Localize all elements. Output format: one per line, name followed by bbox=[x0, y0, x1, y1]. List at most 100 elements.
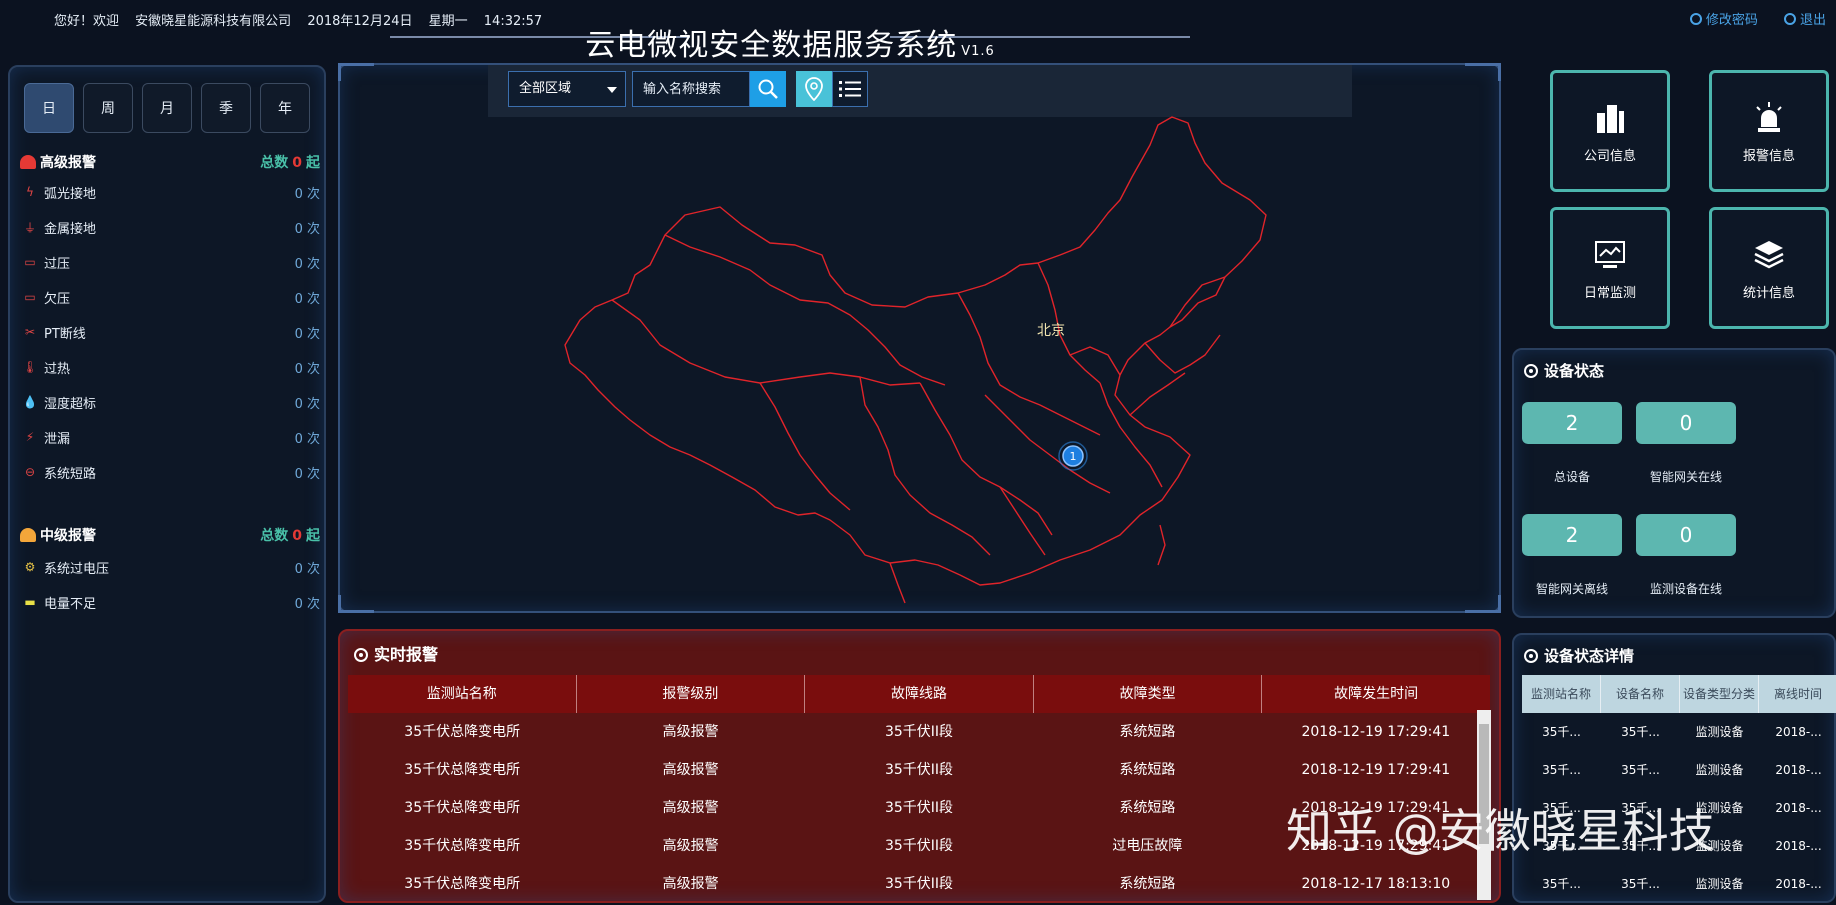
table-cell: 35千伏II段 bbox=[884, 724, 954, 740]
tab-month[interactable]: 月 bbox=[142, 83, 192, 133]
pt-break-icon: ✂ bbox=[24, 325, 36, 339]
high-alarm-heading: 高级报警 bbox=[20, 152, 96, 172]
siren-icon bbox=[20, 528, 36, 542]
table-cell: 35千伏总降变电所 bbox=[404, 800, 521, 816]
table-cell: 35千伏II段 bbox=[884, 876, 954, 892]
table-cell: 2018-... bbox=[1775, 763, 1822, 777]
total-suffix: 起 bbox=[306, 528, 320, 544]
top-bar: 您好！欢迎 安徽晓星能源科技有限公司 2018年12月24日 星期一 14:32… bbox=[0, 0, 1836, 63]
tab-day[interactable]: 日 bbox=[24, 83, 74, 133]
location-pin-icon bbox=[805, 77, 823, 101]
china-map[interactable] bbox=[560, 115, 1280, 605]
tab-year[interactable]: 年 bbox=[260, 83, 310, 133]
alarm-item-count: 0 次 bbox=[294, 562, 320, 577]
table-row[interactable]: 35千伏总降变电所 高级报警 35千伏II段 系统短路 2018-12-19 1… bbox=[348, 713, 1490, 751]
tab-quarter[interactable]: 季 bbox=[201, 83, 251, 133]
table-cell: 2018-12-19 17:29:41 bbox=[1301, 724, 1451, 740]
table-cell: 监测设备 bbox=[1695, 877, 1744, 891]
siren-icon bbox=[20, 155, 36, 169]
column-header: 设备类型分类 bbox=[1680, 675, 1759, 713]
statistics-button[interactable]: 统计信息 bbox=[1709, 207, 1829, 329]
table-cell: 35千伏总降变电所 bbox=[404, 762, 521, 778]
table-row[interactable]: 35千... 35千... 监测设备 2018-... bbox=[1522, 751, 1836, 789]
version-label: V1.6 bbox=[961, 44, 995, 59]
total-prefix: 总数 bbox=[260, 155, 289, 171]
table-cell: 35千伏总降变电所 bbox=[404, 724, 521, 740]
table-cell: 高级报警 bbox=[662, 838, 719, 854]
alarm-item-leak: ⚡ 泄漏 0 次 bbox=[22, 427, 320, 447]
search-icon bbox=[758, 79, 778, 99]
alarm-item-label: PT断线 bbox=[44, 327, 86, 342]
target-icon bbox=[354, 648, 368, 662]
table-cell: 2018-... bbox=[1775, 801, 1822, 815]
table-cell: 35千伏II段 bbox=[884, 800, 954, 816]
mid-alarm-title: 中级报警 bbox=[40, 528, 96, 544]
thermometer-icon: 🌡 bbox=[22, 360, 38, 374]
table-cell: 35千... bbox=[1621, 877, 1660, 891]
total-count: 0 bbox=[292, 155, 302, 171]
alarm-item-label: 系统短路 bbox=[44, 467, 97, 482]
layers-icon bbox=[1754, 241, 1784, 269]
table-header: 监测站名称 报警级别 故障线路 故障类型 故障发生时间 bbox=[348, 675, 1490, 713]
alarm-item-count: 0 次 bbox=[294, 467, 320, 482]
alarm-item-label: 金属接地 bbox=[44, 222, 97, 237]
table-cell: 2018-... bbox=[1775, 725, 1822, 739]
tab-week[interactable]: 周 bbox=[83, 83, 133, 133]
alarm-info-button[interactable]: 报警信息 bbox=[1709, 70, 1829, 192]
company-info-button[interactable]: 公司信息 bbox=[1550, 70, 1670, 192]
table-row[interactable]: 35千伏总降变电所 高级报警 35千伏II段 系统短路 2018-12-19 1… bbox=[348, 751, 1490, 789]
region-select-value: 全部区域 bbox=[519, 81, 572, 96]
gateway-offline-value: 2 bbox=[1522, 514, 1622, 556]
alarm-light-icon bbox=[1756, 102, 1782, 132]
gateway-offline-label: 智能网关离线 bbox=[1535, 582, 1608, 596]
city-label-beijing: 北京 bbox=[1037, 323, 1065, 339]
table-cell: 35千... bbox=[1542, 763, 1581, 777]
ground-icon: ⏚ bbox=[23, 220, 36, 235]
table-cell: 2018-... bbox=[1775, 839, 1822, 853]
monitor-online-value: 0 bbox=[1636, 514, 1736, 556]
table-row[interactable]: 35千伏总降变电所 高级报警 35千伏II段 系统短路 2018-12-17 1… bbox=[348, 865, 1490, 903]
alarm-item-label: 湿度超标 bbox=[44, 397, 97, 412]
alarm-item-short-circuit: ⊖ 系统短路 0 次 bbox=[22, 462, 320, 482]
search-input[interactable] bbox=[632, 71, 750, 107]
table-cell: 过电压故障 bbox=[1112, 838, 1183, 854]
table-cell: 35千... bbox=[1621, 725, 1660, 739]
gateway-online-label: 智能网关在线 bbox=[1649, 470, 1722, 484]
change-password-link[interactable]: 修改密码 bbox=[1689, 13, 1758, 28]
list-icon bbox=[839, 81, 861, 97]
alarm-item-count: 0 次 bbox=[294, 327, 320, 342]
marker-count: 1 bbox=[1070, 450, 1077, 463]
alarm-info-label: 报警信息 bbox=[1742, 149, 1795, 164]
region-select[interactable]: 全部区域 bbox=[508, 71, 626, 107]
daily-monitor-button[interactable]: 日常监测 bbox=[1550, 207, 1670, 329]
greeting: 您好！欢迎 bbox=[54, 14, 120, 29]
station-marker[interactable]: 1 bbox=[1058, 441, 1088, 471]
table-cell: 高级报警 bbox=[662, 762, 719, 778]
logout-link[interactable]: 退出 bbox=[1783, 13, 1826, 28]
device-status-heading: 设备状态 bbox=[1524, 360, 1604, 381]
table-cell: 监测设备 bbox=[1695, 763, 1744, 777]
device-detail-panel: 设备状态详情 监测站名称 设备名称 设备类型分类 离线时间 35千... 35千… bbox=[1512, 633, 1836, 903]
humidity-icon: 💧 bbox=[22, 395, 38, 409]
map-toolbar: 全部区域 bbox=[488, 65, 1352, 117]
realtime-alarm-table: 监测站名称 报警级别 故障线路 故障类型 故障发生时间 35千伏总降变电所 高级… bbox=[348, 675, 1490, 903]
alarm-item-label: 泄漏 bbox=[44, 432, 71, 447]
realtime-alarm-heading: 实时报警 bbox=[354, 641, 438, 665]
table-cell: 2018-12-17 18:13:10 bbox=[1301, 876, 1451, 892]
total-devices-value: 2 bbox=[1522, 402, 1622, 444]
monitor-icon bbox=[1595, 241, 1625, 268]
alarm-item-count: 0 次 bbox=[294, 222, 320, 237]
short-circuit-icon: ⊖ bbox=[24, 465, 36, 479]
table-cell: 35千... bbox=[1542, 877, 1581, 891]
table-row[interactable]: 35千... 35千... 监测设备 2018-... bbox=[1522, 713, 1836, 751]
company-info-label: 公司信息 bbox=[1583, 149, 1636, 164]
table-row[interactable]: 35千... 35千... 监测设备 2018-... bbox=[1522, 865, 1836, 903]
column-header: 离线时间 bbox=[1759, 675, 1836, 713]
column-header: 设备名称 bbox=[1601, 675, 1680, 713]
list-view-button[interactable] bbox=[832, 71, 868, 107]
device-detail-table: 监测站名称 设备名称 设备类型分类 离线时间 35千... 35千... 监测设… bbox=[1522, 675, 1836, 903]
map-view-button[interactable] bbox=[796, 71, 832, 107]
table-cell: 系统短路 bbox=[1119, 876, 1176, 892]
search-button[interactable] bbox=[750, 71, 786, 107]
table-cell: 2018-12-19 17:29:41 bbox=[1301, 762, 1451, 778]
